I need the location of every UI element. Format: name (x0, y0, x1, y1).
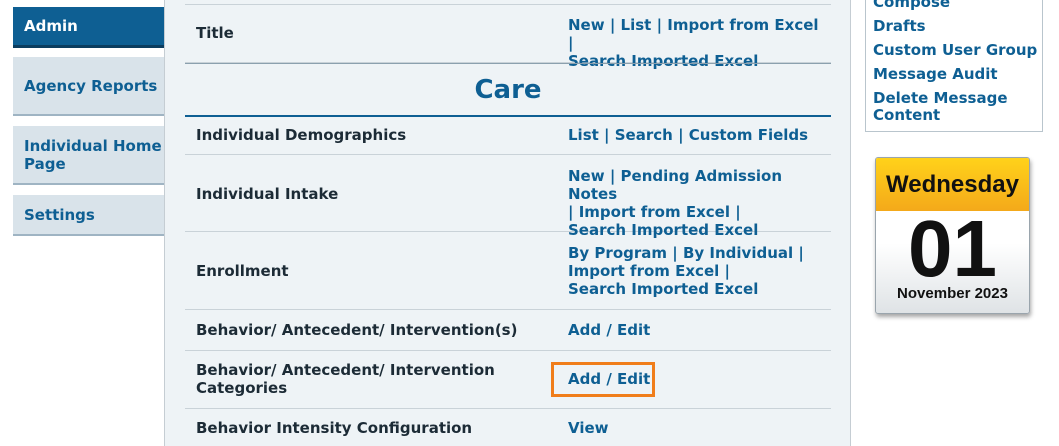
by-individual-link[interactable]: By Individual (683, 244, 793, 262)
table-row-behavior-intensity-configuration: Behavior Intensity Configuration View (185, 409, 831, 446)
drafts-link[interactable]: Drafts (873, 18, 1038, 35)
section-title: Care (185, 63, 831, 117)
nav-item-label: Agency Reports (24, 76, 158, 95)
edit-link[interactable]: Edit (617, 321, 650, 339)
message-audit-link[interactable]: Message Audit (873, 66, 1038, 83)
highlight-box (551, 362, 655, 397)
row-links: Add / Edit (568, 321, 651, 339)
nav-item-admin[interactable]: Admin (13, 7, 164, 48)
by-program-link[interactable]: By Program (568, 244, 667, 262)
nav-item-label: Settings (24, 205, 95, 224)
message-menu: Compose Drafts Custom User Group Message… (865, 0, 1043, 132)
list-link[interactable]: List (621, 16, 652, 34)
table-row-title: Title New | List | Import from Excel | S… (185, 4, 831, 70)
nav-item-agency-reports[interactable]: Agency Reports (13, 57, 164, 116)
new-link[interactable]: New (568, 167, 605, 185)
row-links: New | Pending Admission Notes | Import f… (568, 167, 782, 239)
nav-item-label: Admin (24, 17, 78, 35)
row-label: Individual Demographics (196, 126, 407, 144)
custom-user-group-link[interactable]: Custom User Group (873, 42, 1038, 59)
nav-item-settings[interactable]: Settings (13, 195, 164, 236)
main-panel: Title New | List | Import from Excel | S… (164, 0, 851, 446)
import-from-excel-link[interactable]: Import from Excel (667, 16, 818, 34)
add-link[interactable]: Add (568, 321, 601, 339)
row-label: Behavior/ Antecedent/ Intervention(s) (196, 321, 518, 339)
row-label: Individual Intake (196, 185, 339, 203)
table-row-enrollment: Enrollment By Program | By Individual | … (185, 232, 831, 310)
import-from-excel-link[interactable]: Import from Excel (579, 203, 730, 221)
compose-link[interactable]: Compose (873, 0, 1038, 11)
nav-item-individual-home-page[interactable]: Individual Home Page (13, 126, 164, 185)
calendar-widget: Wednesday 01 November 2023 (875, 157, 1030, 314)
row-label: Title (196, 24, 234, 42)
table-row-behavior-antecedent-intervention-categories: Behavior/ Antecedent/ Intervention Categ… (185, 351, 831, 409)
table-row-behavior-antecedent-interventions: Behavior/ Antecedent/ Intervention(s) Ad… (185, 310, 831, 351)
nav-item-label: Individual Home Page (24, 136, 162, 173)
new-link[interactable]: New (568, 16, 605, 34)
search-link[interactable]: Search (615, 126, 673, 144)
table-row-individual-intake: Individual Intake New | Pending Admissio… (185, 155, 831, 239)
row-label: Enrollment (196, 262, 289, 280)
left-nav: Admin Agency Reports Individual Home Pag… (0, 0, 165, 446)
row-label: Behavior/ Antecedent/ Intervention Categ… (196, 361, 495, 397)
import-from-excel-link[interactable]: Import from Excel (568, 262, 719, 280)
row-links: List | Search | Custom Fields (568, 126, 809, 144)
calendar-month-year: November 2023 (897, 285, 1008, 302)
row-links: View (568, 419, 828, 437)
search-imported-excel-link[interactable]: Search Imported Excel (568, 280, 758, 298)
row-label: Behavior Intensity Configuration (196, 419, 473, 437)
view-link[interactable]: View (568, 419, 609, 437)
delete-message-content-link[interactable]: Delete Message Content (873, 90, 1013, 124)
row-links: By Program | By Individual | Import from… (568, 244, 804, 298)
row-links: New | List | Import from Excel | Search … (568, 16, 819, 70)
list-link[interactable]: List (568, 126, 599, 144)
custom-fields-link[interactable]: Custom Fields (689, 126, 808, 144)
table-row-individual-demographics: Individual Demographics List | Search | … (185, 117, 831, 155)
calendar-day: 01 (908, 204, 997, 293)
